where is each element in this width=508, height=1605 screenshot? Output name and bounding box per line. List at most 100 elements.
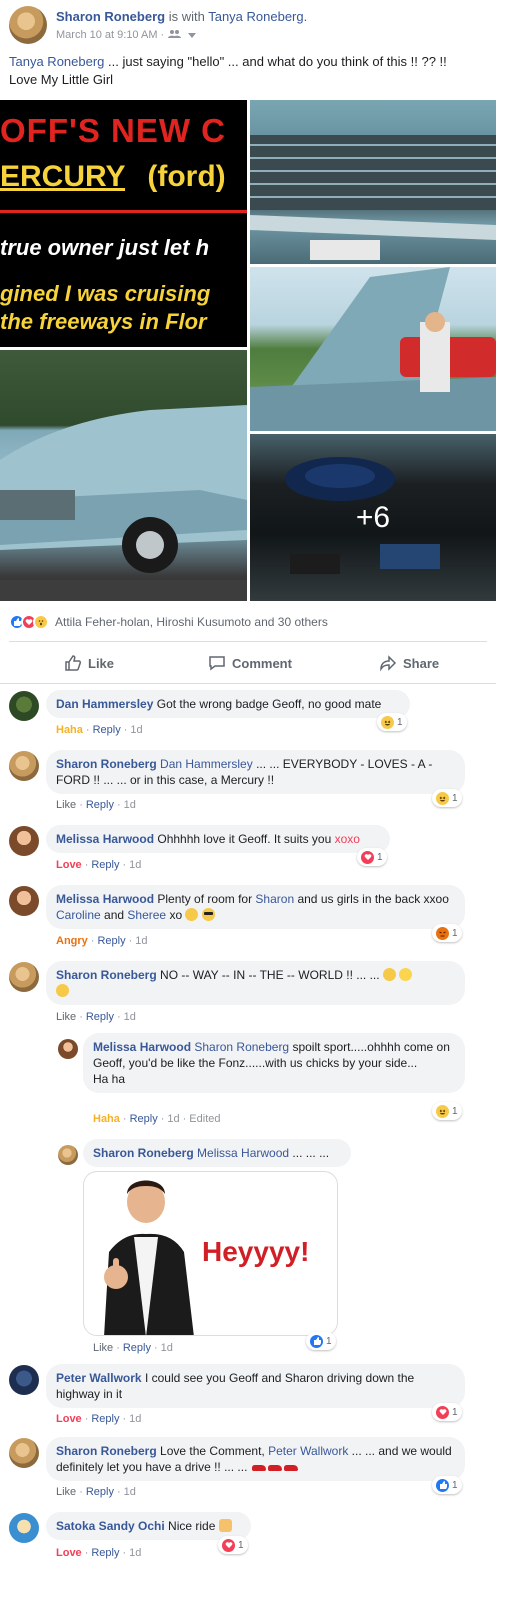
comment-reaction-label[interactable]: Like xyxy=(56,1486,76,1498)
comment-author-link[interactable]: Melissa Harwood xyxy=(56,832,154,846)
post-mention-link[interactable]: Tanya Roneberg xyxy=(9,54,104,69)
post-timestamp[interactable]: March 10 at 9:10 AM · xyxy=(56,29,164,41)
commenter-avatar[interactable] xyxy=(9,826,39,856)
reaction-count: 1 xyxy=(452,1479,458,1491)
comment-time[interactable]: 1d xyxy=(161,1342,173,1354)
comment-reply-link[interactable]: Reply xyxy=(91,1547,119,1559)
photo-engine[interactable]: +6 xyxy=(250,434,496,601)
reaction-count-badge[interactable]: 1 xyxy=(432,924,462,942)
photo-grille[interactable] xyxy=(250,100,496,264)
comment-reply-link[interactable]: Reply xyxy=(93,724,121,736)
comment-author-link[interactable]: Sharon Roneberg xyxy=(56,1444,157,1458)
reaction-count-badge[interactable]: 1 xyxy=(377,713,407,731)
comment-time[interactable]: 1d xyxy=(129,859,141,871)
wow-reaction-icon xyxy=(33,614,49,630)
comment-reply-link[interactable]: Reply xyxy=(91,1413,119,1425)
comment-reaction-label[interactable]: Love xyxy=(56,1547,82,1559)
share-button-label: Share xyxy=(403,655,440,671)
author-avatar[interactable] xyxy=(9,6,47,44)
comment-author-link[interactable]: Sharon Roneberg xyxy=(56,968,157,982)
like-reaction-icon xyxy=(310,1334,323,1348)
comment-reaction-label[interactable]: Haha xyxy=(56,724,83,736)
comment-bubble: Melissa Harwood Ohhhhh love it Geoff. It… xyxy=(46,825,390,853)
comment-author-link[interactable]: Satoka Sandy Ochi xyxy=(56,1519,165,1533)
edited-label[interactable]: Edited xyxy=(189,1113,220,1125)
commenter-avatar[interactable] xyxy=(9,886,39,916)
reaction-count-badge[interactable]: 1 xyxy=(432,1476,462,1494)
comment-meta: Love · Reply · 1d xyxy=(56,859,142,871)
comment-reply-link[interactable]: Reply xyxy=(91,859,119,871)
comment-time[interactable]: 1d xyxy=(124,1486,136,1498)
comment-reaction-label[interactable]: Love xyxy=(56,859,82,871)
share-button[interactable]: Share xyxy=(379,650,439,676)
comment-mention-link[interactable]: Sharon xyxy=(255,892,294,906)
comment-time[interactable]: 1d xyxy=(129,1547,141,1559)
comment-bubble: Melissa Harwood Plenty of room for Sharo… xyxy=(46,885,465,929)
comment-reply-link[interactable]: Reply xyxy=(86,1011,114,1023)
post-author-link[interactable]: Sharon Roneberg xyxy=(56,9,165,24)
photo-hood-open[interactable] xyxy=(250,267,496,431)
comment-mention-link[interactable]: Sharon Roneberg xyxy=(194,1040,289,1054)
reaction-count-badge[interactable]: 1 xyxy=(432,1102,462,1120)
comment-reaction-label[interactable]: Like xyxy=(56,799,76,811)
reaction-count-badge[interactable]: 1 xyxy=(306,1332,336,1350)
tagged-user-link[interactable]: Tanya Roneberg. xyxy=(208,9,307,24)
comment-time[interactable]: 1d xyxy=(129,1413,141,1425)
comment-time[interactable]: 1d xyxy=(124,799,136,811)
comment-reply-link[interactable]: Reply xyxy=(86,799,114,811)
comment-reaction-label[interactable]: Love xyxy=(56,1413,82,1425)
more-photos-overlay[interactable]: +6 xyxy=(250,434,496,601)
reactions-summary[interactable]: Attila Feher-holan, Hiroshi Kusumoto and… xyxy=(9,612,328,632)
like-button[interactable]: Like xyxy=(64,650,114,676)
commenter-avatar[interactable] xyxy=(9,1513,39,1543)
comment-mention-link[interactable]: Caroline xyxy=(56,908,101,922)
sunglasses-emoji-icon xyxy=(201,908,215,921)
comment-reply-link[interactable]: Reply xyxy=(130,1113,158,1125)
commenter-avatar[interactable] xyxy=(9,1365,39,1395)
post-text-line2: Love My Little Girl xyxy=(9,72,114,87)
reaction-count-badge[interactable]: 1 xyxy=(218,1536,248,1554)
comment-reaction-label[interactable]: Like xyxy=(93,1342,113,1354)
comment-reaction-label[interactable]: Like xyxy=(56,1011,76,1023)
commenter-avatar[interactable] xyxy=(9,1438,39,1468)
commenter-avatar[interactable] xyxy=(9,962,39,992)
commenter-avatar[interactable] xyxy=(9,691,39,721)
comment-author-link[interactable]: Dan Hammersley xyxy=(56,697,153,711)
reaction-count-badge[interactable]: 1 xyxy=(432,789,462,807)
reactions-summary-text: Attila Feher-holan, Hiroshi Kusumoto and… xyxy=(55,615,328,629)
comment-reply-link[interactable]: Reply xyxy=(86,1486,114,1498)
friends-audience-icon[interactable] xyxy=(168,28,184,42)
comment-author-link[interactable]: Melissa Harwood xyxy=(56,892,154,906)
reply-avatar[interactable] xyxy=(58,1039,78,1059)
photo-car-front[interactable] xyxy=(0,350,247,601)
comment-author-link[interactable]: Sharon Roneberg xyxy=(93,1146,194,1160)
gif-attachment[interactable]: Heyyyy! xyxy=(83,1171,338,1336)
reaction-count: 1 xyxy=(326,1335,332,1347)
post-text-line1: ... just saying "hello" ... and what do … xyxy=(104,54,447,69)
comment-author-link[interactable]: Sharon Roneberg xyxy=(56,757,157,771)
comment-time[interactable]: 1d xyxy=(124,1011,136,1023)
commenter-avatar[interactable] xyxy=(9,751,39,781)
comment-reply-link[interactable]: Reply xyxy=(123,1342,151,1354)
comment-time[interactable]: 1d xyxy=(130,724,142,736)
photo-poster[interactable]: OFF'S NEW C ERCURY (ford) true owner jus… xyxy=(0,100,247,347)
comment-reaction-label[interactable]: Angry xyxy=(56,935,88,947)
comment-author-link[interactable]: Peter Wallwork xyxy=(56,1371,142,1385)
poster-line-5: the freeways in Flor xyxy=(0,309,207,334)
comment-reply-link[interactable]: Reply xyxy=(97,935,125,947)
comment-mention-link[interactable]: Peter Wallwork xyxy=(268,1444,348,1458)
comment-button[interactable]: Comment xyxy=(208,650,292,676)
comment-time[interactable]: 1d xyxy=(167,1113,179,1125)
reply-avatar[interactable] xyxy=(58,1145,78,1165)
comment-mention-link[interactable]: Sheree xyxy=(127,908,166,922)
reaction-count-badge[interactable]: 1 xyxy=(432,1403,462,1421)
comment-author-link[interactable]: Melissa Harwood xyxy=(93,1040,191,1054)
poster-line-3: true owner just let h xyxy=(0,235,210,260)
reaction-count-badge[interactable]: 1 xyxy=(357,848,387,866)
comment-mention-link[interactable]: Dan Hammersley xyxy=(160,757,253,771)
comment-mention-link[interactable]: Melissa Harwood xyxy=(197,1146,289,1160)
comment-meta: Like · Reply · 1d xyxy=(56,1011,136,1023)
chevron-down-icon[interactable] xyxy=(188,28,197,42)
comment-reaction-label[interactable]: Haha xyxy=(93,1113,120,1125)
comment-time[interactable]: 1d xyxy=(135,935,147,947)
